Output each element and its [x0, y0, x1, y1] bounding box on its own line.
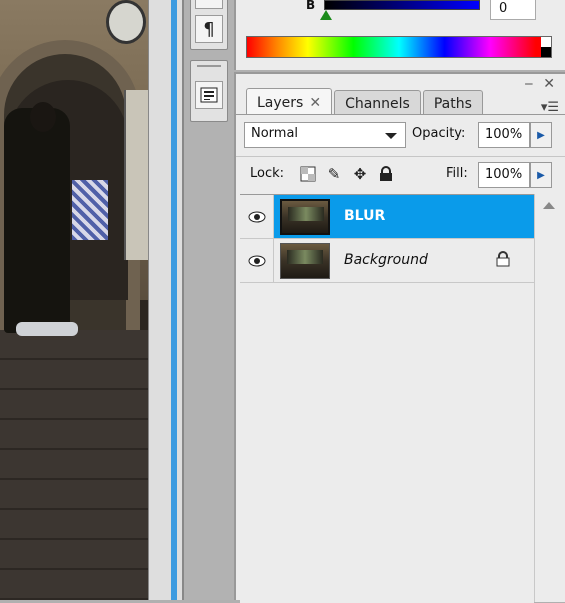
opacity-label: Opacity:	[412, 126, 466, 141]
layer-comps-icon	[200, 87, 218, 103]
panel-window-controls: ‒ ✕	[524, 76, 555, 92]
visibility-toggle[interactable]	[240, 239, 274, 282]
dock-group-bottom	[190, 60, 228, 122]
canvas-edge-highlight	[171, 0, 177, 600]
photo-pavement	[0, 330, 148, 600]
panel-menu-icon[interactable]: ▾☰	[541, 100, 559, 115]
lock-transparent-pixels-icon[interactable]	[298, 164, 318, 184]
photo-shoes	[16, 322, 78, 336]
layer-comps-panel-button[interactable]	[195, 81, 223, 109]
layer-name[interactable]: BLUR	[344, 208, 385, 224]
layer-row-blur[interactable]: BLUR	[240, 195, 534, 239]
close-icon[interactable]: ✕	[543, 76, 555, 92]
tab-label: Paths	[433, 95, 472, 112]
dock-grip[interactable]	[197, 65, 221, 67]
opacity-field[interactable]: 100%	[478, 122, 530, 148]
layer-thumbnail	[280, 243, 330, 279]
canvas-scrollbar[interactable]	[148, 0, 182, 600]
eye-icon	[248, 211, 265, 222]
play-right-icon: ▶	[537, 129, 545, 141]
blend-mode-value: Normal	[251, 126, 299, 141]
eye-icon	[248, 255, 265, 266]
tab-close-icon[interactable]: ✕	[309, 95, 321, 111]
dock-group-top: ¶	[190, 0, 228, 50]
layer-locked-padlock-icon	[496, 251, 510, 271]
fill-field[interactable]: 100%	[478, 162, 530, 188]
layer-row-background[interactable]: Background	[240, 239, 534, 283]
layers-scrollbar[interactable]	[534, 194, 565, 602]
dock-button-partial[interactable]	[195, 0, 223, 9]
layer-name[interactable]: Background	[344, 252, 428, 268]
fill-label: Fill:	[446, 166, 468, 181]
photo-person-head	[30, 102, 56, 132]
panel-dock: ¶	[182, 0, 234, 600]
panel-tabs: Layers ✕ Channels Paths	[246, 88, 483, 114]
blend-mode-select[interactable]: Normal	[244, 122, 406, 148]
layers-panel: ‒ ✕ Layers ✕ Channels Paths ▾☰ Normal Op…	[234, 72, 565, 603]
color-panel: B 0	[234, 0, 565, 70]
document-canvas[interactable]	[0, 0, 148, 600]
paragraph-icon: ¶	[203, 18, 215, 40]
fill-slider-button[interactable]: ▶	[530, 162, 552, 188]
blue-channel-slider[interactable]	[324, 0, 480, 10]
lock-all-padlock-icon[interactable]	[376, 164, 396, 184]
play-right-icon: ▶	[537, 169, 545, 181]
lock-image-pixels-brush-icon[interactable]: ✎	[324, 164, 344, 184]
scroll-up-arrow-icon[interactable]	[543, 202, 555, 209]
photo-person	[4, 108, 70, 333]
tab-label: Channels	[345, 95, 410, 112]
blue-channel-value-field[interactable]: 0	[490, 0, 536, 20]
photo-plaid-shirt	[72, 180, 108, 240]
lock-position-move-icon[interactable]: ✥	[350, 164, 370, 184]
photo-clock	[106, 0, 146, 44]
tab-paths[interactable]: Paths	[422, 90, 483, 114]
chevron-down-icon	[385, 133, 397, 139]
lock-label: Lock:	[250, 166, 285, 181]
tab-layers[interactable]: Layers ✕	[246, 88, 333, 114]
tab-divider	[236, 114, 565, 115]
layers-list: BLUR Background	[240, 194, 534, 603]
minimize-icon[interactable]: ‒	[524, 76, 533, 92]
paragraph-panel-button[interactable]: ¶	[195, 15, 223, 43]
options-divider	[236, 156, 565, 157]
color-spectrum-ramp[interactable]	[246, 36, 552, 58]
layer-thumbnail	[280, 199, 330, 235]
tab-channels[interactable]: Channels	[334, 90, 421, 114]
blue-channel-label: B	[306, 0, 316, 12]
opacity-slider-button[interactable]: ▶	[530, 122, 552, 148]
black-white-swatch[interactable]	[541, 37, 551, 57]
visibility-toggle[interactable]	[240, 195, 274, 238]
photo-sign-board	[124, 90, 148, 260]
tab-label: Layers	[257, 94, 304, 111]
blue-slider-thumb-icon[interactable]	[320, 10, 332, 20]
